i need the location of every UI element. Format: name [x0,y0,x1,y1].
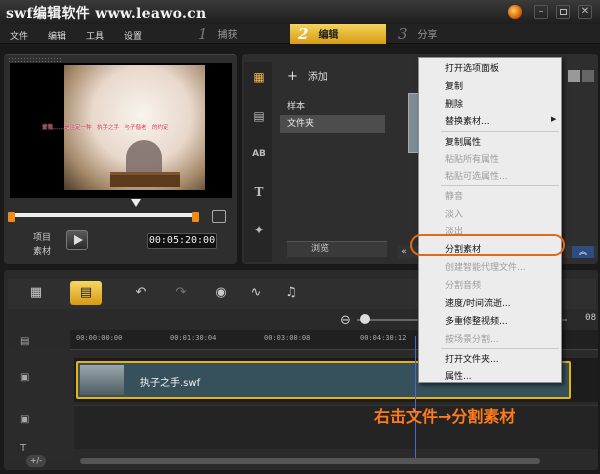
step-edit-tab[interactable]: 2 编辑 [290,24,386,44]
trim-end-marker[interactable] [192,212,199,222]
auto-music-icon[interactable]: ♫ [275,281,307,305]
add-folder-button[interactable]: + 添加 [287,68,328,84]
context-menu-item[interactable]: 打开文件夹... [445,352,499,365]
view-grid-icon[interactable] [568,70,580,82]
menu-tools[interactable]: 工具 [86,29,104,42]
record-capture-icon[interactable]: ◉ [205,281,237,305]
step-share-tab[interactable]: 3 分享 [390,24,490,44]
menu-settings[interactable]: 设置 [124,29,142,42]
step-capture-tab[interactable]: 1 捕获 [190,24,286,44]
preview-bench-image [110,172,180,187]
context-menu-item: 粘贴所有属性 [445,155,500,165]
menu-separator [441,348,559,349]
title-ab-icon[interactable]: AB [248,145,270,163]
media-icon[interactable]: ▦ [248,68,270,86]
text-t-icon[interactable]: T [248,183,270,201]
view-list-icon[interactable] [582,70,594,82]
browse-button[interactable]: 浏览 [287,241,387,257]
transition-icon[interactable]: ▤ [248,107,270,125]
chevron-left-icon[interactable]: « [398,246,410,258]
overlay-track[interactable] [74,405,598,449]
scrubber-bar[interactable] [12,213,194,217]
context-menu-item[interactable]: 替换素材... [445,114,490,127]
clip-mode-label[interactable]: 素材 [33,244,51,257]
chevron-up-icon[interactable]: ︽ [572,246,594,258]
context-menu-item[interactable]: 多重修整视频... [445,314,508,327]
track-headers [8,350,74,460]
app-logo-icon[interactable] [508,5,522,19]
menu-separator [441,131,559,132]
video-track-icon[interactable]: ▣ [20,372,38,386]
clip-thumbnail [80,365,124,395]
minimize-button[interactable]: – [534,5,548,19]
timeline-playhead[interactable] [415,336,416,460]
menu-separator [441,185,559,186]
project-mode-label[interactable]: 项目 [33,230,51,243]
clip-name: 执子之手.swf [140,378,201,389]
timeline-view-icon[interactable]: ▤ [70,281,102,305]
context-menu-item: 粘贴可选属性... [445,172,508,182]
context-menu: 打开选项面板 复制删除替换素材... ▶ 复制属性粘贴所有属性 粘贴可选属性... 静音淡… [418,57,562,383]
scrubber-handle[interactable] [131,199,141,207]
app-title: swf编辑软件 www.leawo.cn [6,6,207,22]
ruler-tick: 00:01:30:04 [170,334,217,342]
zoom-slider-knob[interactable] [360,314,370,324]
ruler-tick: 00:00:00:00 [76,334,123,342]
timeline-scrollbar[interactable] [80,458,540,464]
highlight-ring [410,234,565,256]
fit-project-icon[interactable]: +/- [26,455,46,467]
trim-start-marker[interactable] [8,212,15,222]
context-menu-item[interactable]: 属性... [445,369,472,382]
context-menu-item: 分割音频 [445,281,482,291]
audio-wave-icon[interactable]: ∿ [240,281,272,305]
context-menu-item: 静音 [445,192,464,202]
zoom-out-icon[interactable]: ⊖ [340,313,351,328]
preview-subtitle: 爱我……是注定一种 执手之手 与子偕老 的约定 [42,125,169,131]
track-manager-icon[interactable]: ▤ [20,336,38,350]
context-menu-item[interactable]: 打开选项面板 [445,61,499,74]
timecode-display[interactable]: 00:05:20:00 [147,233,217,249]
close-button[interactable]: ✕ [578,5,592,19]
undo-icon[interactable]: ↶ [125,281,157,305]
play-button[interactable] [66,230,88,250]
menu-file[interactable]: 文件 [10,29,28,42]
menu-edit[interactable]: 编辑 [48,29,66,42]
redo-icon[interactable]: ↷ [165,281,197,305]
project-duration: 08 [585,313,596,323]
context-menu-item[interactable]: 复制属性 [445,135,481,148]
restore-button[interactable] [556,5,570,19]
effect-icon[interactable]: ✦ [248,221,270,239]
ruler-tick: 00:04:30:12 [360,334,407,342]
ruler-tick: 00:03:00:08 [264,334,311,342]
context-menu-item: 创建智能代理文件... [445,263,526,273]
context-menu-item[interactable]: 复制 [445,79,463,92]
context-menu-item: 淡入 [445,210,464,220]
context-menu-item[interactable]: 删除 [445,97,463,110]
context-menu-item: 按场景分割... [445,335,499,345]
category-folder[interactable]: 文件夹 [280,115,385,133]
submenu-arrow-icon: ▶ [551,115,557,123]
instruction-caption: 右击文件→分割素材 [374,407,516,426]
storyboard-view-icon[interactable]: ▦ [20,281,52,305]
plus-icon: + [287,69,298,84]
context-menu-item[interactable]: 速度/时间流逝... [445,296,511,309]
overlay-track-icon[interactable]: ▣ [20,414,38,428]
category-sample[interactable]: 样本 [287,99,305,112]
enlarge-preview-icon[interactable] [212,210,226,223]
